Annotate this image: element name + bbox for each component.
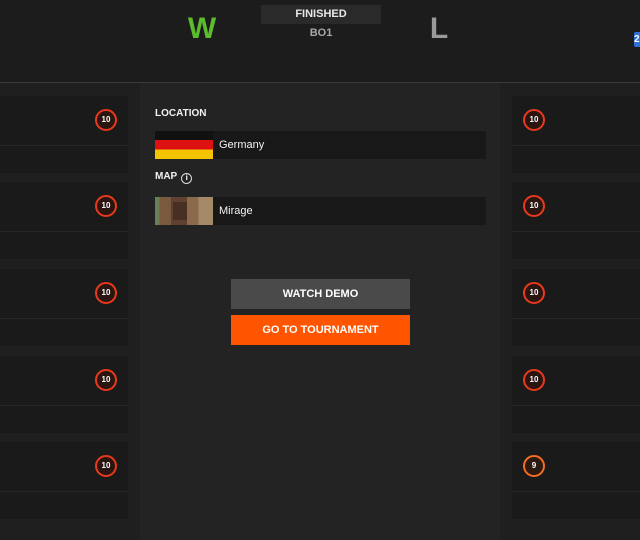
skill-level-icon: 10 [523, 369, 545, 391]
skill-level-icon: 9 [523, 455, 545, 477]
player-card[interactable]: 10 [0, 96, 128, 173]
player-card[interactable]: 10 [0, 356, 128, 433]
player-card[interactable]: 10 [0, 269, 128, 346]
map-thumbnail-icon [155, 197, 213, 225]
skill-level-icon: 10 [95, 109, 117, 131]
germany-flag-icon [155, 131, 213, 159]
info-icon[interactable]: i [181, 173, 193, 184]
right-team-result: L [429, 12, 449, 45]
match-header: W FINISHED BO1 L 2 [0, 0, 640, 83]
skill-level-icon: 10 [95, 282, 117, 304]
go-to-tournament-button[interactable]: GO TO TOURNAMENT [231, 315, 410, 345]
skill-level-icon: 10 [523, 282, 545, 304]
skill-level-icon: 10 [523, 109, 545, 131]
skill-level-icon: 10 [95, 195, 117, 217]
watch-demo-button[interactable]: WATCH DEMO [231, 279, 410, 309]
map-label-row: MAP i [155, 171, 193, 184]
player-card[interactable]: 10 [512, 182, 640, 259]
skill-level-icon: 10 [523, 195, 545, 217]
match-format: BO1 [309, 27, 333, 39]
player-card[interactable]: 10 [0, 182, 128, 259]
match-status-badge: FINISHED [261, 5, 381, 24]
location-label: LOCATION [155, 108, 207, 119]
player-card[interactable]: 10 [0, 442, 128, 519]
left-team-result: W [187, 12, 217, 45]
corner-badge[interactable]: 2 [634, 32, 640, 47]
player-card[interactable]: 9 [512, 442, 640, 519]
location-field: Germany [155, 131, 486, 159]
player-card[interactable]: 10 [512, 96, 640, 173]
player-card[interactable]: 10 [512, 356, 640, 433]
skill-level-icon: 10 [95, 455, 117, 477]
player-card[interactable]: 10 [512, 269, 640, 346]
location-value: Germany [219, 139, 265, 151]
skill-level-icon: 10 [95, 369, 117, 391]
map-field: Mirage [155, 197, 486, 225]
map-label: MAP [155, 171, 178, 182]
map-value: Mirage [219, 205, 253, 217]
